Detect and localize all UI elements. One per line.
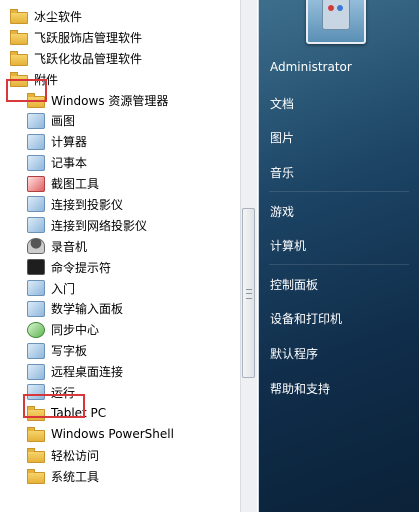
list-item-command-prompt[interactable]: 命令提示符 bbox=[0, 257, 240, 278]
list-item-label: 截图工具 bbox=[51, 177, 100, 192]
list-item-label: 记事本 bbox=[51, 156, 88, 171]
list-item-feiyue-cosmetics[interactable]: 飞跃化妆品管理软件 bbox=[0, 48, 240, 69]
list-item-label: 命令提示符 bbox=[51, 260, 112, 275]
scrollbar-thumb[interactable] bbox=[242, 208, 255, 378]
list-item-sync-center[interactable]: 同步中心 bbox=[0, 319, 240, 340]
list-item-label: 飞跃服饰店管理软件 bbox=[34, 30, 143, 45]
user-name-link[interactable]: Administrator bbox=[270, 60, 352, 74]
accessories-highlight-box bbox=[6, 79, 47, 102]
folder-icon bbox=[27, 427, 45, 443]
list-item-system-tools[interactable]: 系统工具 bbox=[0, 466, 240, 487]
grip-icon bbox=[246, 289, 252, 299]
folder-icon bbox=[10, 9, 28, 25]
folder-icon bbox=[27, 448, 45, 464]
microphone-icon bbox=[27, 238, 45, 255]
list-item-remote-desktop[interactable]: 远程桌面连接 bbox=[0, 361, 240, 382]
separator bbox=[269, 264, 409, 265]
programs-pane: 冰尘软件 飞跃服饰店管理软件 飞跃化妆品管理软件 附件 Windows 资源管理… bbox=[0, 0, 259, 512]
control-panel-link[interactable]: 控制面板 bbox=[270, 276, 318, 293]
list-item-label: 连接到投影仪 bbox=[51, 197, 124, 212]
pictures-link[interactable]: 图片 bbox=[270, 129, 294, 146]
paint-icon bbox=[27, 112, 45, 129]
list-item-notepad[interactable]: 记事本 bbox=[0, 152, 240, 173]
avatar[interactable] bbox=[306, 0, 366, 44]
right-menu-pane: Administrator 文档 图片 音乐 游戏 计算机 控制面板 设备和打印… bbox=[259, 0, 419, 512]
list-item-paint[interactable]: 画图 bbox=[0, 110, 240, 131]
list-item-label: 写字板 bbox=[51, 344, 88, 359]
getting-started-icon bbox=[27, 280, 45, 297]
remote-desktop-icon bbox=[27, 363, 45, 380]
list-item-getting-started[interactable]: 入门 bbox=[0, 278, 240, 299]
computer-link[interactable]: 计算机 bbox=[270, 237, 306, 254]
devices-printers-link[interactable]: 设备和打印机 bbox=[270, 310, 342, 327]
documents-link[interactable]: 文档 bbox=[270, 95, 294, 112]
list-item-label: 系统工具 bbox=[51, 469, 100, 484]
list-item-label: 数学输入面板 bbox=[51, 302, 124, 317]
list-item-label: 冰尘软件 bbox=[34, 9, 83, 24]
list-item-connect-network-projector[interactable]: 连接到网络投影仪 bbox=[0, 215, 240, 236]
network-projector-icon bbox=[27, 217, 45, 234]
list-item-label: 计算器 bbox=[51, 135, 88, 150]
folder-icon bbox=[10, 30, 28, 46]
list-item-label: 画图 bbox=[51, 114, 76, 129]
list-item-label: Windows PowerShell bbox=[51, 427, 174, 442]
snipping-tool-icon bbox=[27, 175, 45, 192]
separator bbox=[269, 191, 409, 192]
games-link[interactable]: 游戏 bbox=[270, 203, 294, 220]
default-programs-link[interactable]: 默认程序 bbox=[270, 345, 318, 362]
list-item-label: 同步中心 bbox=[51, 323, 100, 338]
list-item-feiyue-clothing[interactable]: 飞跃服饰店管理软件 bbox=[0, 27, 240, 48]
wordpad-icon bbox=[27, 342, 45, 359]
math-input-icon bbox=[27, 300, 45, 317]
projector-icon bbox=[27, 196, 45, 213]
help-support-link[interactable]: 帮助和支持 bbox=[270, 380, 330, 397]
folder-icon bbox=[10, 51, 28, 67]
user-picture-icon bbox=[322, 0, 350, 30]
list-item-label: 入门 bbox=[51, 281, 76, 296]
command-prompt-icon bbox=[27, 259, 45, 276]
list-item-sound-recorder[interactable]: 录音机 bbox=[0, 236, 240, 257]
list-item-ease-of-access[interactable]: 轻松访问 bbox=[0, 445, 240, 466]
music-link[interactable]: 音乐 bbox=[270, 164, 294, 181]
list-item-label: 录音机 bbox=[51, 239, 88, 254]
list-item-label: 远程桌面连接 bbox=[51, 365, 124, 380]
list-item-wordpad[interactable]: 写字板 bbox=[0, 340, 240, 361]
list-item-label: 飞跃化妆品管理软件 bbox=[34, 51, 143, 66]
list-item-math-input[interactable]: 数学输入面板 bbox=[0, 298, 240, 319]
notepad-icon bbox=[27, 154, 45, 171]
list-item-snipping-tool[interactable]: 截图工具 bbox=[0, 173, 240, 194]
list-item-calculator[interactable]: 计算器 bbox=[0, 131, 240, 152]
list-item-label: 连接到网络投影仪 bbox=[51, 218, 148, 233]
list-item-windows-powershell[interactable]: Windows PowerShell bbox=[0, 424, 240, 445]
scrollbar[interactable] bbox=[240, 0, 257, 512]
list-item-connect-projector[interactable]: 连接到投影仪 bbox=[0, 194, 240, 215]
list-item-label: 轻松访问 bbox=[51, 448, 100, 463]
folder-icon bbox=[27, 469, 45, 485]
run-highlight-box bbox=[23, 394, 85, 418]
sync-center-icon bbox=[27, 321, 45, 338]
calculator-icon bbox=[27, 133, 45, 150]
list-item-bingchen[interactable]: 冰尘软件 bbox=[0, 6, 240, 27]
list-item-label: Windows 资源管理器 bbox=[51, 93, 169, 108]
